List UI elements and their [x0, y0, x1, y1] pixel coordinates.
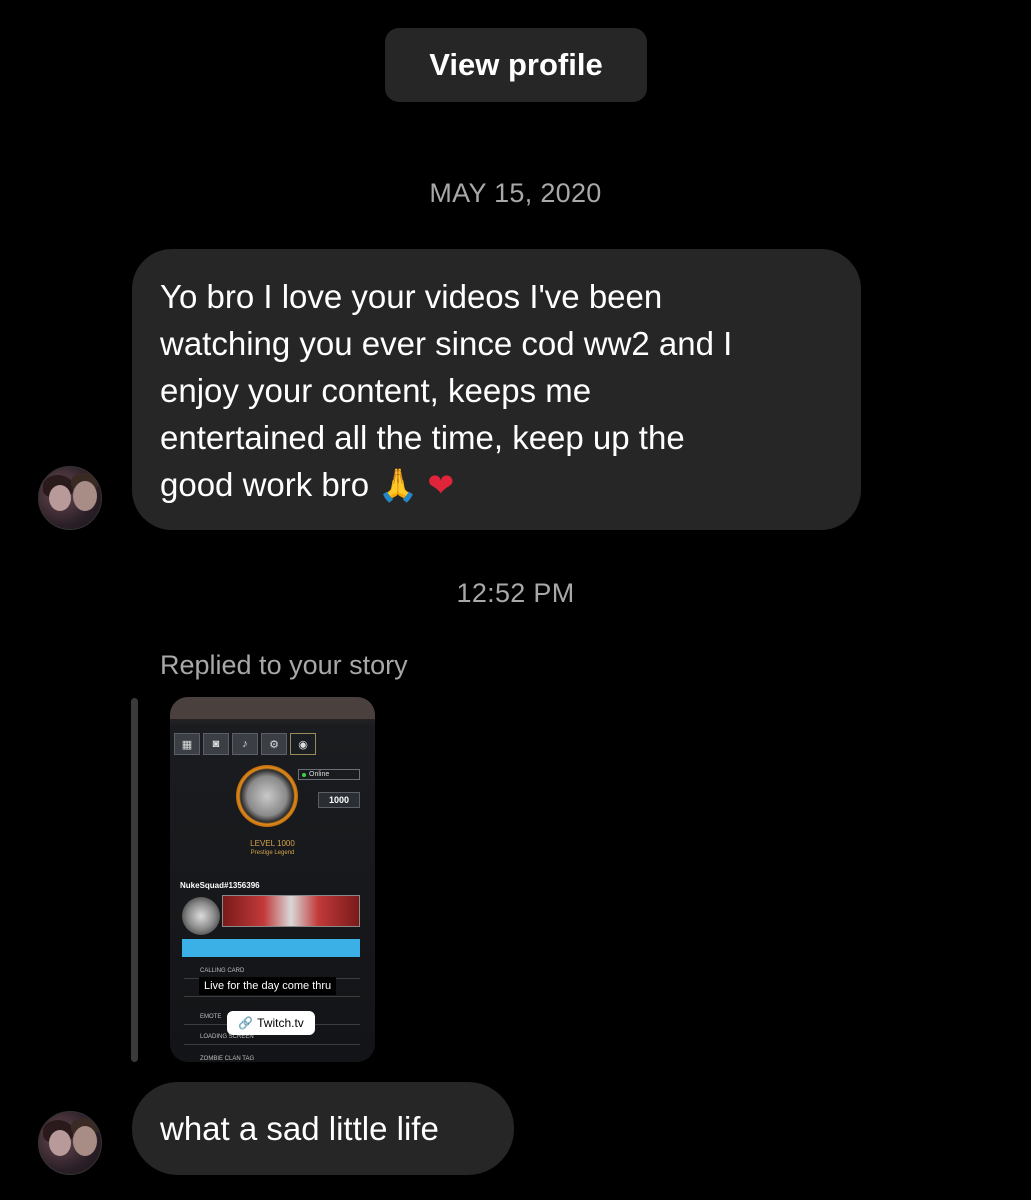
story-caption: Live for the day come thru: [199, 977, 337, 995]
praying-hands-icon: 🙏: [378, 466, 419, 504]
sender-avatar[interactable]: [38, 1111, 102, 1175]
online-status: Online: [298, 769, 360, 780]
calling-card-banner: [222, 895, 360, 927]
profile-emblem-icon: ◉: [290, 733, 316, 755]
view-profile-button[interactable]: View profile: [385, 28, 647, 102]
link-sticker-text: Twitch.tv: [257, 1016, 304, 1030]
story-top-strip: [170, 697, 375, 719]
link-icon: 🔗: [238, 1016, 254, 1030]
player-tag: NukeSquad#1356396: [180, 881, 260, 890]
message-line: enjoy your content, keeps me: [160, 372, 592, 409]
message-bubble[interactable]: Yo bro I love your videos I've been watc…: [132, 249, 861, 530]
grid-icon: ▦: [174, 733, 200, 755]
message-line: entertained all the time, keep up the: [160, 419, 685, 456]
selected-row-highlight: [182, 939, 360, 957]
message-line: good work bro 🙏 ❤: [160, 461, 833, 509]
link-sticker[interactable]: 🔗 Twitch.tv: [227, 1011, 315, 1035]
player-rank: Prestige Legend: [250, 850, 295, 856]
player-level: LEVEL 1000: [250, 839, 295, 848]
dm-thread-screen: View profile MAY 15, 2020 Yo bro I love …: [0, 0, 1031, 1200]
clan-emblem-icon: [182, 897, 220, 935]
date-separator: MAY 15, 2020: [429, 178, 602, 208]
sender-avatar[interactable]: [38, 466, 102, 530]
message-line: watching you ever since cod ww2 and I: [160, 325, 733, 362]
reply-indicator-bar: [131, 698, 138, 1062]
message-bubble[interactable]: what a sad little life: [132, 1082, 514, 1175]
menu-row: ZOMBIE CLAN TAG: [184, 1053, 360, 1062]
bell-icon: ♪: [232, 733, 258, 755]
red-heart-icon: ❤: [427, 466, 455, 504]
message-text: what a sad little life: [160, 1110, 439, 1147]
message-line-text: good work bro: [160, 466, 370, 503]
skull-emblem-icon: [236, 765, 298, 827]
camera-icon: ◙: [203, 733, 229, 755]
time-separator: 12:52 PM: [456, 578, 575, 608]
coin-count: 1000: [318, 792, 360, 808]
replied-to-story-label: Replied to your story: [160, 650, 408, 680]
message-line: Yo bro I love your videos I've been: [160, 278, 663, 315]
gear-icon: ⚙: [261, 733, 287, 755]
game-tab-bar: ▦ ◙ ♪ ⚙ ◉: [170, 731, 375, 757]
story-thumbnail[interactable]: ▦ ◙ ♪ ⚙ ◉ Online 1000 LEVEL 1000 Prestig…: [170, 697, 375, 1062]
